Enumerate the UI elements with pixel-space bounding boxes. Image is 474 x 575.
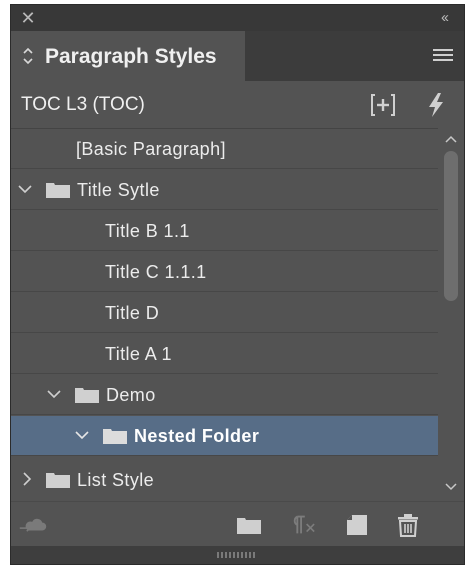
- resize-bar[interactable]: [11, 546, 464, 564]
- style-label: Title C 1.1.1: [105, 262, 207, 282]
- scroll-down-icon[interactable]: [443, 481, 459, 493]
- lightning-bolt-icon[interactable]: [423, 91, 449, 119]
- chevron-down-icon[interactable]: [17, 181, 33, 197]
- folder-icon: [103, 429, 127, 444]
- style-label: Demo: [106, 385, 156, 405]
- folder-icon: [75, 388, 99, 403]
- paragraph-styles-panel: ✕ ‹‹ Paragraph Styles TOC L3 (TOC) [Basi…: [10, 4, 465, 565]
- style-label: List Style: [77, 470, 155, 490]
- list-item[interactable]: Title C 1.1.1: [11, 252, 438, 292]
- style-label: [Basic Paragraph]: [76, 139, 226, 159]
- scroll-thumb[interactable]: [444, 151, 458, 301]
- style-label: Nested Folder: [134, 426, 260, 446]
- style-label: Title B 1.1: [105, 221, 190, 241]
- sort-arrows-icon: [23, 47, 33, 65]
- chevron-down-icon[interactable]: [74, 427, 90, 443]
- current-style-row: TOC L3 (TOC): [11, 81, 464, 127]
- list-item[interactable]: Title Sytle: [11, 170, 438, 210]
- chevron-right-icon[interactable]: [19, 471, 35, 487]
- cloud-library-icon[interactable]: [19, 512, 47, 538]
- folder-icon: [46, 473, 70, 488]
- list-item[interactable]: Title A 1: [11, 334, 438, 374]
- list-item[interactable]: Title B 1.1: [11, 211, 438, 251]
- tab-paragraph-styles[interactable]: Paragraph Styles: [11, 31, 245, 81]
- close-icon[interactable]: ✕: [17, 6, 39, 30]
- list-item-selected[interactable]: Nested Folder: [11, 416, 438, 456]
- scroll-up-icon[interactable]: [443, 133, 459, 145]
- new-style-group-icon[interactable]: [369, 91, 397, 119]
- resize-grip-icon[interactable]: [216, 551, 256, 559]
- scrollbar[interactable]: [438, 128, 464, 498]
- panel-footer: [11, 501, 464, 548]
- folder-icon[interactable]: [235, 512, 263, 538]
- style-label: Title Sytle: [77, 180, 160, 200]
- new-style-icon[interactable]: [343, 512, 371, 538]
- clear-overrides-icon[interactable]: [288, 512, 316, 538]
- tab-strip: Paragraph Styles: [11, 31, 464, 81]
- style-label: Title A 1: [105, 344, 172, 364]
- list-item[interactable]: List Style: [11, 460, 438, 500]
- styles-list: [Basic Paragraph] Title Sytle Title B 1.…: [11, 128, 438, 461]
- list-item[interactable]: Title D: [11, 293, 438, 333]
- chevron-down-icon[interactable]: [46, 386, 62, 402]
- trash-icon[interactable]: [394, 512, 422, 538]
- panel-titlebar: ✕ ‹‹: [11, 5, 464, 31]
- current-style-label: TOC L3 (TOC): [21, 94, 145, 115]
- collapse-panel-icon[interactable]: ‹‹: [432, 6, 456, 30]
- panel-menu-icon[interactable]: [432, 46, 454, 66]
- folder-icon: [46, 183, 70, 198]
- list-item[interactable]: Demo: [11, 375, 438, 415]
- tab-title: Paragraph Styles: [45, 45, 217, 68]
- list-item[interactable]: [Basic Paragraph]: [11, 129, 438, 169]
- style-label: Title D: [105, 303, 160, 323]
